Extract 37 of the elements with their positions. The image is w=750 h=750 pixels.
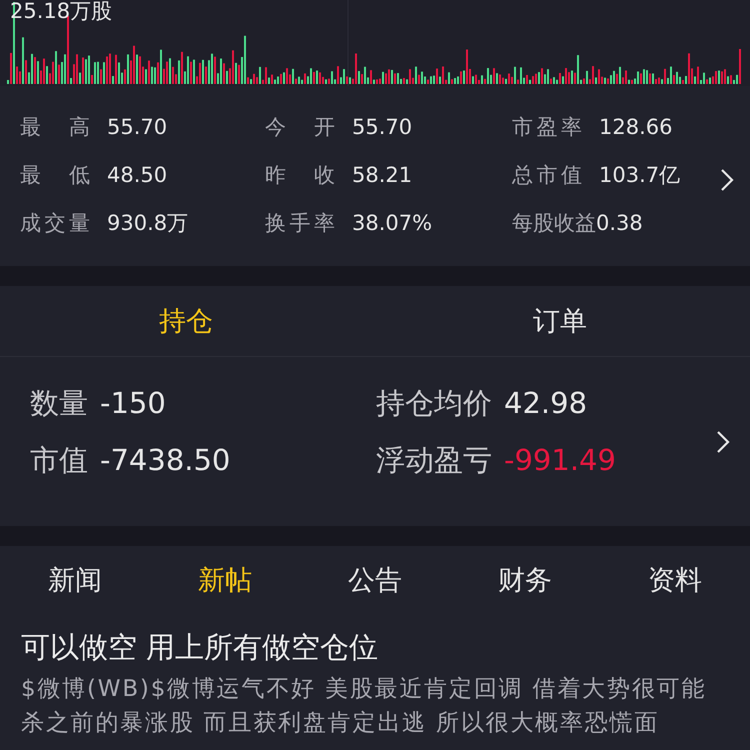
position-value: -991.49 bbox=[504, 442, 616, 479]
stat-label: 成交量 bbox=[20, 210, 90, 237]
position-label: 市值 bbox=[30, 442, 88, 479]
news-tab[interactable]: 财务 bbox=[498, 562, 552, 598]
stat-value: 38.07% bbox=[352, 210, 432, 237]
stat-label: 最低 bbox=[20, 162, 90, 189]
stat-value: 48.50 bbox=[107, 162, 168, 189]
chevron-right-icon[interactable] bbox=[716, 430, 730, 454]
stat-label: 昨收 bbox=[265, 162, 335, 189]
stat-value: 103.7亿 bbox=[599, 162, 680, 189]
stat-label: 换手率 bbox=[265, 210, 335, 237]
position-value: 42.98 bbox=[504, 385, 588, 422]
post-body: $微博(WB)$微博运气不好 美股最近肯定回调 借着大势很可能杀之前的暴涨股 而且获利盘肯定出逃 所以很大概率恐慌面 bbox=[21, 675, 708, 738]
position-value: -150 bbox=[100, 385, 166, 422]
news-tab[interactable]: 公告 bbox=[348, 562, 402, 598]
position-tab[interactable]: 订单 bbox=[533, 303, 587, 339]
news-tab[interactable]: 新闻 bbox=[48, 562, 102, 598]
stat-value: 55.70 bbox=[107, 114, 168, 141]
stat-label: 今开 bbox=[265, 114, 335, 141]
stat-label: 总市值 bbox=[512, 162, 582, 189]
post-title[interactable]: 可以做空 用上所有做空仓位 bbox=[0, 614, 750, 666]
position-label: 持仓均价 bbox=[376, 385, 492, 422]
stat-value: 128.66 bbox=[599, 114, 672, 141]
position-label: 数量 bbox=[30, 385, 88, 422]
stat-label: 最高 bbox=[20, 114, 90, 141]
stat-value: 930.8万 bbox=[107, 210, 188, 237]
news-tab[interactable]: 新帖 bbox=[198, 562, 252, 598]
stat-label: 市盈率 bbox=[512, 114, 582, 141]
chevron-right-icon[interactable] bbox=[720, 168, 734, 192]
position-value: -7438.50 bbox=[100, 442, 230, 479]
position-label: 浮动盈亏 bbox=[376, 442, 492, 479]
news-tab[interactable]: 资料 bbox=[648, 562, 702, 598]
stat-value: 58.21 bbox=[352, 162, 412, 189]
stat-value: 0.38 bbox=[596, 210, 643, 237]
stat-value: 55.70 bbox=[352, 114, 412, 141]
position-tab[interactable]: 持仓 bbox=[159, 303, 213, 339]
stat-label: 每股收益 bbox=[512, 210, 596, 237]
